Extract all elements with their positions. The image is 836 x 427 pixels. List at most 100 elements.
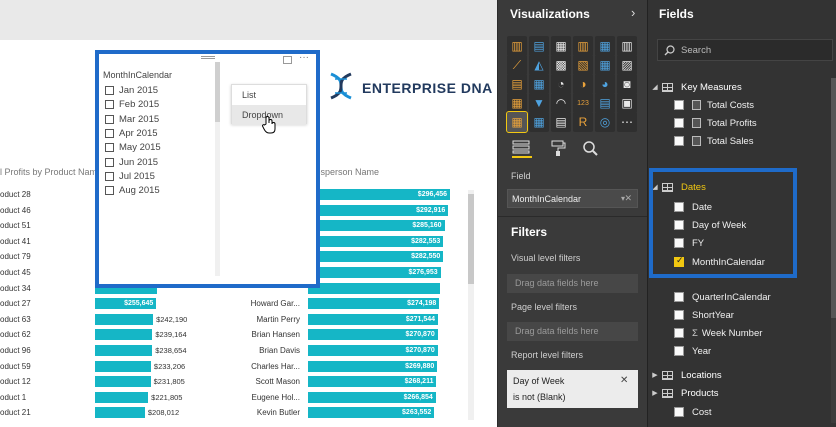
bar[interactable] [95, 391, 149, 403]
fields-scrollbar[interactable] [831, 78, 836, 423]
slicer-item[interactable]: Feb 2015 [105, 99, 159, 110]
slicer-scrollbar[interactable] [215, 62, 220, 276]
field-shortyear[interactable]: ShortYear [648, 306, 836, 324]
bar[interactable] [308, 282, 440, 294]
slicer-checkbox[interactable] [105, 143, 114, 153]
bar[interactable] [95, 407, 145, 419]
menu-item-list[interactable]: List [232, 85, 306, 105]
slicer-checkbox[interactable] [105, 86, 114, 95]
field-checkbox[interactable] [674, 292, 684, 302]
slicer-item[interactable]: May 2015 [105, 142, 161, 153]
slicer-visual-icon[interactable]: ▦ [506, 111, 528, 133]
clustered-bar-visual-icon[interactable]: ▦ [551, 36, 571, 56]
remove-filter-icon[interactable]: ✕ [620, 375, 628, 386]
remove-field-icon[interactable]: ✕ [624, 193, 632, 204]
field-week-number[interactable]: Σ Week Number [648, 324, 836, 342]
filled-map-visual-icon[interactable]: ▦ [507, 93, 527, 113]
line-column-visual-icon[interactable]: ▧ [573, 55, 593, 75]
slicer-item[interactable]: Apr 2015 [105, 128, 158, 139]
expanded-caret-icon[interactable]: ◢ [648, 83, 662, 91]
field-cost[interactable]: Cost [648, 403, 836, 421]
field-total-costs[interactable]: Total Costs [648, 96, 836, 114]
slicer-checkbox[interactable] [105, 186, 114, 196]
100-column-visual-icon[interactable]: ▥ [617, 36, 637, 56]
slicer-checkbox[interactable] [105, 157, 114, 167]
report-filter-card[interactable]: Day of Week is not (Blank) ✕ [507, 370, 638, 408]
scatter-visual-icon[interactable]: ▦ [529, 74, 549, 94]
map-visual-icon[interactable]: ◙ [617, 74, 637, 94]
stacked-area-visual-icon[interactable]: ▩ [551, 55, 571, 75]
field-checkbox[interactable] [674, 118, 684, 128]
field-quarterincalendar[interactable]: QuarterInCalendar [648, 288, 836, 306]
slicer-item[interactable]: Jul 2015 [105, 171, 155, 182]
funnel-visual-icon[interactable]: ▼ [529, 93, 549, 113]
multi-row-card-visual-icon[interactable]: ▤ [595, 93, 615, 113]
slicer-checkbox[interactable] [105, 114, 114, 124]
slicer-item[interactable]: Mar 2015 [105, 114, 159, 125]
pie-visual-icon[interactable]: ◔ [551, 74, 571, 94]
field-label: Total Profits [707, 117, 757, 129]
area-visual-icon[interactable]: ◭ [529, 55, 549, 75]
focus-mode-icon[interactable] [283, 56, 292, 64]
clustered-column-visual-icon[interactable]: ▥ [573, 36, 593, 56]
bar[interactable] [95, 376, 151, 388]
table-key-measures[interactable]: ◢ Key Measures [648, 78, 836, 96]
salesperson-chart-scrollbar[interactable] [468, 190, 474, 420]
slicer-checkbox[interactable] [105, 100, 114, 110]
visual-level-drop-zone[interactable]: Drag data fields here [507, 274, 638, 293]
stacked-bar-visual-icon[interactable]: ▥ [507, 36, 527, 56]
field-label: Total Sales [707, 135, 754, 147]
collapsed-caret-icon[interactable]: ▶ [648, 389, 662, 397]
stacked-column-visual-icon[interactable]: ▤ [529, 36, 549, 56]
table-products[interactable]: ▶ Products [648, 384, 836, 402]
treemap-visual-icon[interactable]: ◕ [595, 74, 615, 94]
bar-data-label: $282,553 [411, 237, 441, 245]
slicer-scroll-thumb[interactable] [215, 62, 220, 122]
waterfall-visual-icon[interactable]: ▤ [507, 74, 527, 94]
bar[interactable] [95, 329, 153, 341]
scroll-thumb[interactable] [468, 194, 474, 284]
fields-search-box[interactable]: Search [657, 39, 833, 61]
table-locations[interactable]: ▶ Locations [648, 366, 836, 384]
field-checkbox[interactable] [674, 100, 684, 110]
fields-scroll-thumb[interactable] [831, 78, 836, 318]
100-bar-visual-icon[interactable]: ▦ [595, 36, 615, 56]
bar[interactable] [95, 360, 151, 372]
bar[interactable] [95, 313, 154, 325]
field-total-profits[interactable]: Total Profits [648, 114, 836, 132]
globe-visual-icon[interactable]: ◎ [595, 112, 615, 132]
field-checkbox[interactable] [674, 310, 684, 320]
matrix-visual-icon[interactable]: ▤ [551, 112, 571, 132]
ribbon-visual-icon[interactable]: ▨ [617, 55, 637, 75]
field-checkbox[interactable] [674, 328, 684, 338]
field-total-sales[interactable]: Total Sales [648, 132, 836, 150]
gauge-visual-icon[interactable]: ◠ [551, 93, 571, 113]
collapsed-caret-icon[interactable]: ▶ [648, 371, 662, 379]
bar[interactable] [95, 345, 153, 356]
slicer-item[interactable]: Jan 2015 [105, 85, 158, 96]
line-clustered-visual-icon[interactable]: ▦ [595, 55, 615, 75]
line-visual-icon[interactable]: ⟋ [507, 55, 527, 75]
table-visual-icon[interactable]: ▦ [529, 112, 549, 132]
field-checkbox[interactable] [674, 136, 684, 146]
fields-tab[interactable] [512, 140, 532, 158]
field-well-value[interactable]: MonthInCalendar ▾ ✕ [507, 189, 638, 208]
format-tab[interactable] [550, 140, 566, 161]
field-year[interactable]: Year [648, 342, 836, 360]
kpi-visual-icon[interactable]: ▣ [617, 93, 637, 113]
slicer-checkbox[interactable] [105, 128, 114, 138]
slicer-checkbox[interactable] [105, 171, 114, 181]
analytics-tab[interactable] [582, 140, 598, 161]
more-visual-icon[interactable]: ⋯ [617, 112, 637, 132]
field-checkbox[interactable] [674, 407, 684, 417]
slicer-item[interactable]: Aug 2015 [105, 185, 160, 196]
card-visual-icon[interactable]: 123 [573, 93, 593, 113]
r-visual-visual-icon[interactable]: R [573, 112, 593, 132]
drag-handle-icon[interactable] [201, 56, 215, 59]
donut-visual-icon[interactable]: ◑ [573, 74, 593, 94]
page-level-drop-zone[interactable]: Drag data fields here [507, 322, 638, 341]
collapse-chevron-icon[interactable]: › [631, 5, 635, 20]
slicer-item[interactable]: Jun 2015 [105, 157, 158, 168]
field-checkbox[interactable] [674, 346, 684, 356]
more-options-icon[interactable]: ··· [299, 54, 309, 63]
